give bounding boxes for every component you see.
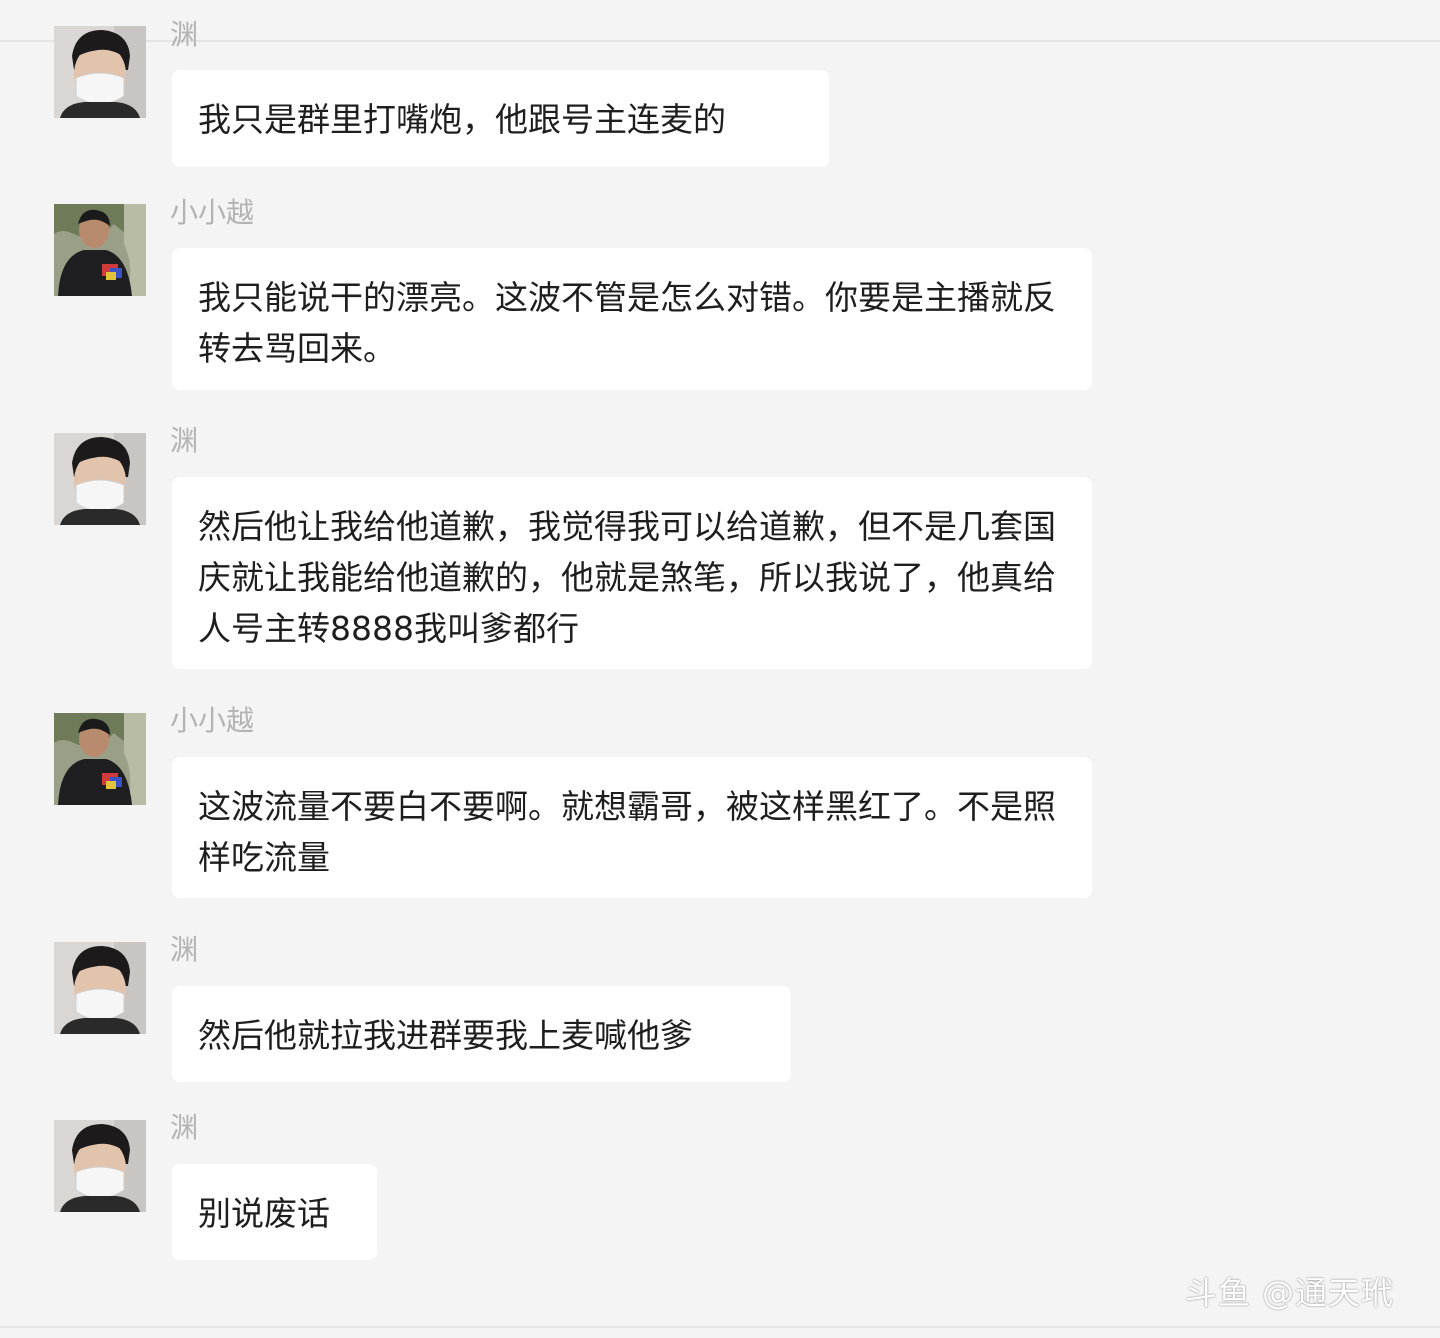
message-text: 然后他让我给他道歉，我觉得我可以给道歉，但不是几套国庆就让我能给他道歉的，他就是… bbox=[198, 507, 1056, 648]
bottom-divider bbox=[0, 1326, 1440, 1328]
sender-name: 渊 bbox=[170, 18, 199, 51]
avatar[interactable] bbox=[54, 713, 146, 805]
masked-person-avatar-icon bbox=[54, 942, 146, 1034]
message-text: 我只能说干的漂亮。这波不管是怎么对错。你要是主播就反转去骂回来。 bbox=[198, 278, 1056, 368]
message-text: 别说废话 bbox=[198, 1194, 330, 1233]
chat-message: 小小越 我只能说干的漂亮。这波不管是怎么对错。你要是主播就反转去骂回来。 bbox=[0, 170, 1440, 395]
sender-name: 渊 bbox=[170, 424, 199, 457]
masked-person-avatar-icon bbox=[54, 1120, 146, 1212]
person-with-phone-avatar-icon bbox=[54, 713, 146, 805]
message-bubble[interactable]: 然后他就拉我进群要我上麦喊他爹 bbox=[172, 986, 791, 1082]
sender-name: 渊 bbox=[170, 933, 199, 966]
message-bubble[interactable]: 我只是群里打嘴炮，他跟号主连麦的 bbox=[172, 70, 829, 167]
avatar[interactable] bbox=[54, 1120, 146, 1212]
message-text: 然后他就拉我进群要我上麦喊他爹 bbox=[198, 1016, 693, 1055]
message-text: 我只是群里打嘴炮，他跟号主连麦的 bbox=[198, 100, 726, 139]
chat-message: 渊 别说废话 bbox=[0, 1085, 1440, 1263]
person-with-phone-avatar-icon bbox=[54, 204, 146, 296]
message-bubble[interactable]: 别说废话 bbox=[172, 1164, 377, 1260]
message-bubble[interactable]: 我只能说干的漂亮。这波不管是怎么对错。你要是主播就反转去骂回来。 bbox=[172, 248, 1092, 390]
chat-message: 渊 然后他让我给他道歉，我觉得我可以给道歉，但不是几套国庆就让我能给他道歉的，他… bbox=[0, 398, 1440, 676]
sender-name: 小小越 bbox=[170, 704, 255, 737]
avatar[interactable] bbox=[54, 26, 146, 118]
message-bubble[interactable]: 这波流量不要白不要啊。就想霸哥，被这样黑红了。不是照样吃流量 bbox=[172, 757, 1092, 898]
avatar[interactable] bbox=[54, 433, 146, 525]
masked-person-avatar-icon bbox=[54, 433, 146, 525]
chat-message: 渊 我只是群里打嘴炮，他跟号主连麦的 bbox=[0, 0, 1440, 170]
watermark: 斗鱼 @通天玳 bbox=[1184, 1274, 1394, 1312]
chat-message: 渊 然后他就拉我进群要我上麦喊他爹 bbox=[0, 907, 1440, 1085]
sender-name: 小小越 bbox=[170, 196, 255, 229]
masked-person-avatar-icon bbox=[54, 26, 146, 118]
message-text: 这波流量不要白不要啊。就想霸哥，被这样黑红了。不是照样吃流量 bbox=[198, 787, 1056, 877]
avatar[interactable] bbox=[54, 204, 146, 296]
avatar[interactable] bbox=[54, 942, 146, 1034]
chat-message: 小小越 这波流量不要白不要啊。就想霸哥，被这样黑红了。不是照样吃流量 bbox=[0, 678, 1440, 904]
sender-name: 渊 bbox=[170, 1111, 199, 1144]
message-bubble[interactable]: 然后他让我给他道歉，我觉得我可以给道歉，但不是几套国庆就让我能给他道歉的，他就是… bbox=[172, 477, 1092, 669]
